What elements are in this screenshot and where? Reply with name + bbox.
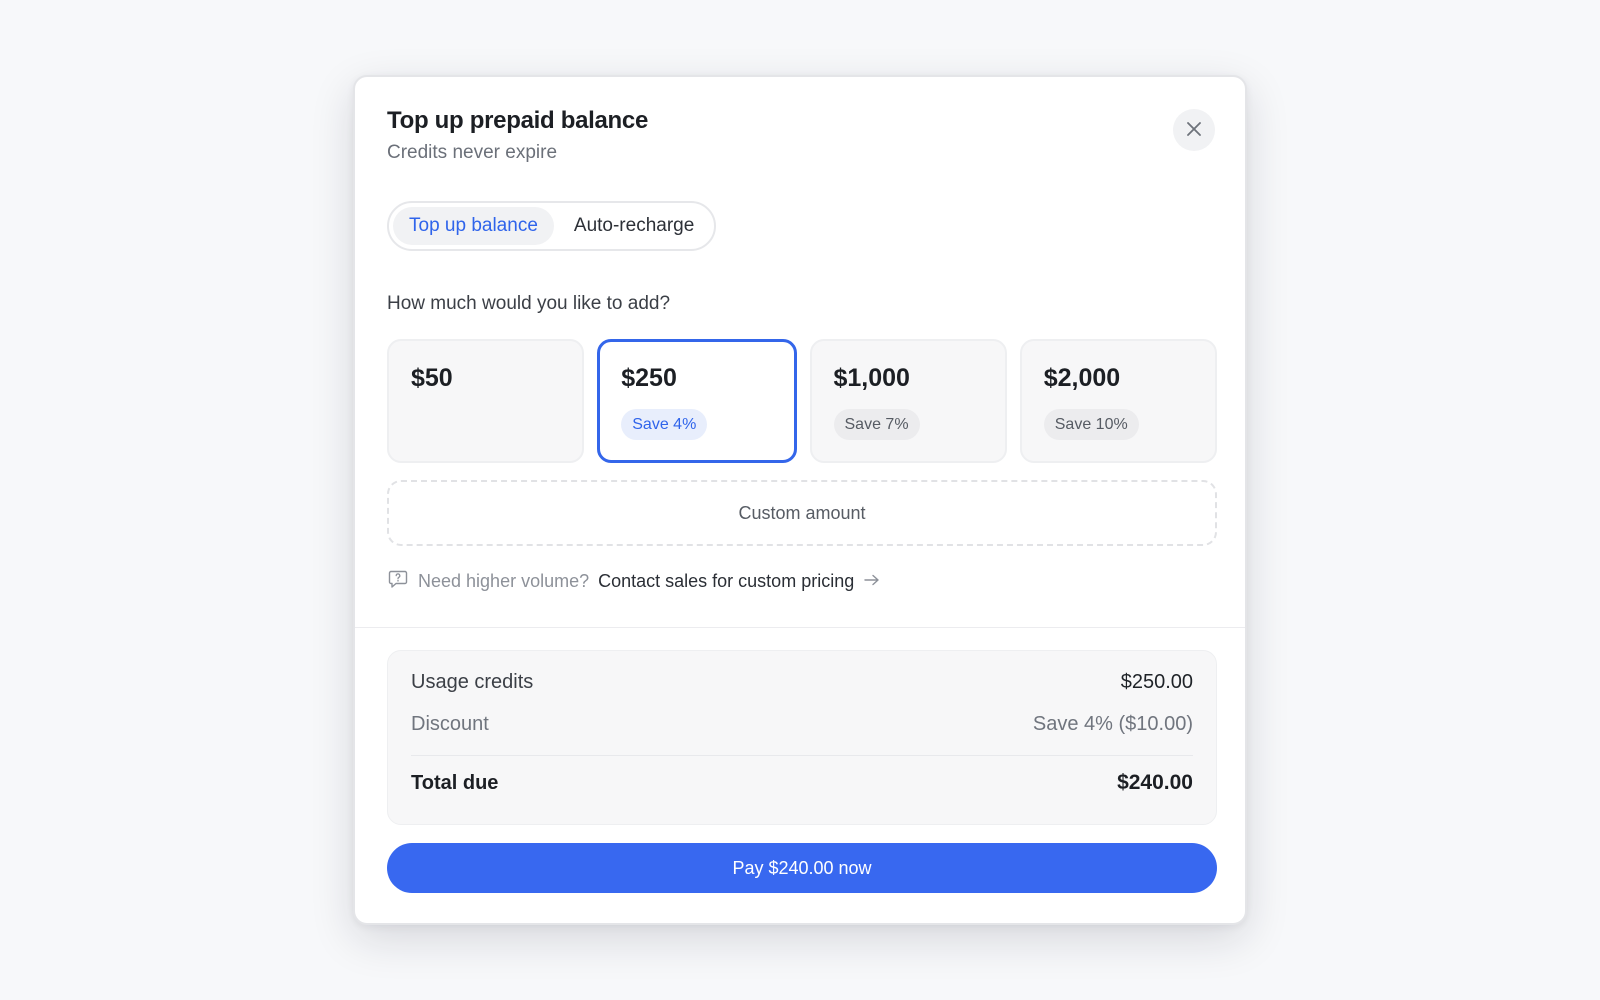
modal-title: Top up prepaid balance	[387, 107, 648, 134]
amount-option-50[interactable]: $50	[387, 339, 585, 463]
close-icon	[1185, 120, 1203, 141]
option-amount: $50	[411, 364, 453, 392]
summary-divider	[411, 755, 1193, 756]
arrow-right-icon[interactable]	[863, 571, 881, 592]
discount-value: Save 4% ($10.00)	[1032, 713, 1193, 735]
usage-credits-label: Usage credits	[411, 671, 534, 693]
amount-options: $50 $250 Save 4% $1,000 Save 7% $2,000 S…	[387, 339, 1217, 463]
amount-question: How much would you like to add?	[387, 293, 671, 314]
pay-now-button[interactable]: Pay $240.00 now	[387, 843, 1217, 893]
discount-label: Discount	[411, 713, 489, 735]
total-due-row: Total due $240.00	[411, 771, 1193, 795]
amount-option-250[interactable]: $250 Save 4%	[597, 339, 797, 463]
contact-sales-link[interactable]: Contact sales for custom pricing	[598, 571, 854, 592]
option-amount: $250	[621, 364, 677, 392]
total-due-value: $240.00	[1117, 771, 1193, 794]
usage-credits-value: $250.00	[1120, 671, 1193, 693]
savings-badge: Save 7%	[833, 409, 920, 440]
section-divider	[355, 627, 1245, 628]
order-summary: Usage credits $250.00 Discount Save 4% (…	[387, 650, 1217, 825]
amount-option-1000[interactable]: $1,000 Save 7%	[809, 339, 1007, 463]
usage-credits-row: Usage credits $250.00	[411, 671, 1193, 694]
option-amount: $2,000	[1043, 364, 1121, 392]
modal-subtitle: Credits never expire	[387, 142, 558, 163]
top-up-modal: Top up prepaid balance Credits never exp…	[353, 75, 1247, 925]
custom-amount-button[interactable]: Custom amount	[387, 480, 1217, 546]
total-due-label: Total due	[411, 771, 499, 794]
higher-volume-prompt: Need higher volume?	[418, 570, 590, 591]
close-button[interactable]	[1173, 109, 1215, 151]
tab-auto-recharge[interactable]: Auto-recharge	[558, 207, 710, 245]
savings-badge: Save 10%	[1043, 409, 1139, 440]
tab-top-up-balance[interactable]: Top up balance	[393, 207, 554, 245]
chat-question-icon	[387, 568, 409, 595]
amount-option-2000[interactable]: $2,000 Save 10%	[1019, 339, 1217, 463]
higher-volume-note: Need higher volume? Contact sales for cu…	[387, 568, 881, 594]
option-amount: $1,000	[833, 364, 910, 392]
discount-row: Discount Save 4% ($10.00)	[411, 713, 1193, 736]
balance-tabs: Top up balance Auto-recharge	[387, 201, 717, 251]
savings-badge: Save 4%	[621, 409, 708, 440]
